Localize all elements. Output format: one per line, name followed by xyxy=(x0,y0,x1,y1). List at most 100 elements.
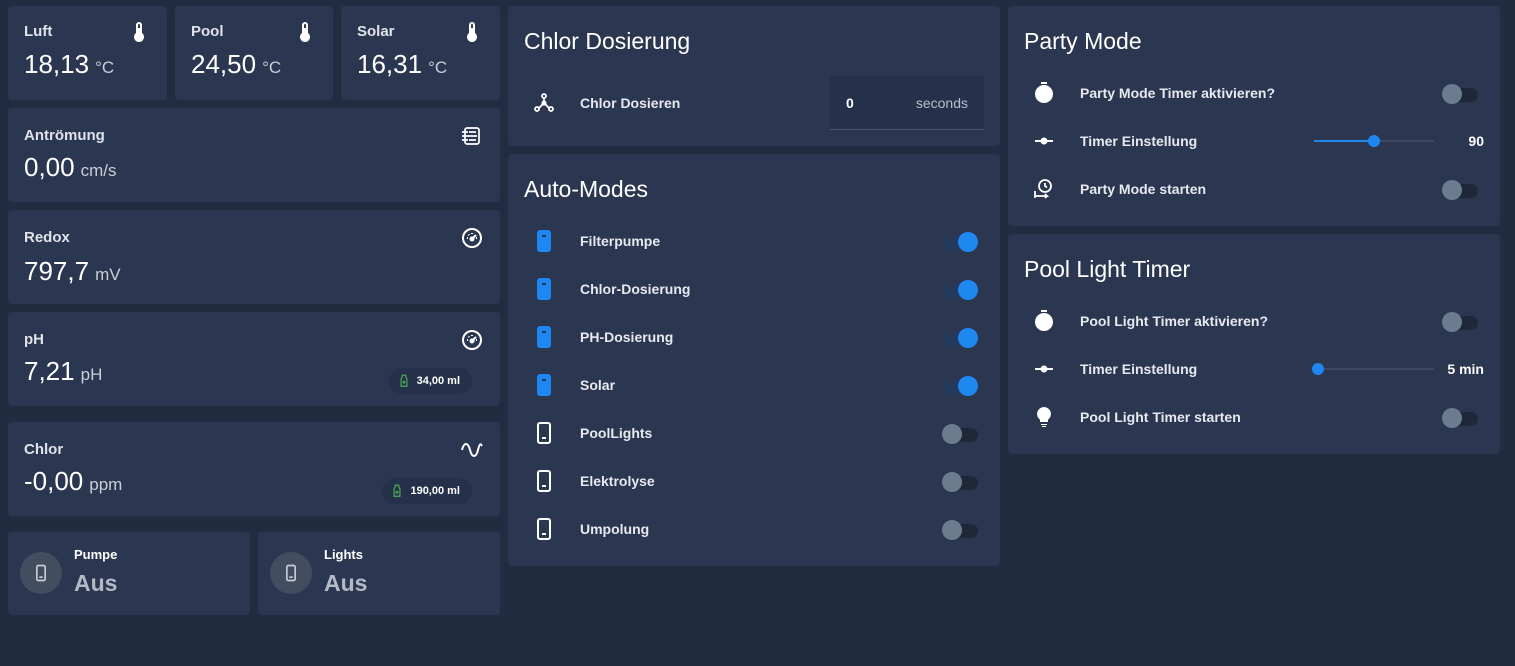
phone-icon xyxy=(524,221,564,261)
timer-icon xyxy=(1024,301,1064,341)
card-title: Pool Light Timer xyxy=(1024,256,1191,282)
lightbulb-icon xyxy=(1024,397,1064,437)
sensor-card-luft[interactable]: Luft 18,13 °C xyxy=(8,6,167,100)
row-party-timer-setting: Timer Einstellung 90 xyxy=(1024,117,1484,165)
phone-icon xyxy=(524,269,564,309)
badge-value: 34,00 ml xyxy=(416,375,460,387)
sensor-value: 797,7 mV xyxy=(24,256,121,286)
phone-icon xyxy=(524,413,564,453)
card-title: Party Mode xyxy=(1024,28,1142,54)
toggle-switch[interactable] xyxy=(942,279,978,300)
gauge-icon xyxy=(462,228,482,248)
sensor-label: Pool xyxy=(191,23,224,40)
row-name: Solar xyxy=(580,377,616,393)
row-name: Pool Light Timer aktivieren? xyxy=(1080,313,1269,329)
slider-icon xyxy=(1024,349,1064,389)
timer-icon xyxy=(1024,73,1064,113)
bottle-plus-icon xyxy=(393,484,401,497)
phone-icon xyxy=(524,317,564,357)
sensor-card-solar[interactable]: Solar 16,31 °C xyxy=(341,6,500,100)
sensor-value: 0,00 cm/s xyxy=(24,152,117,182)
row-party-start[interactable]: Party Mode starten xyxy=(1024,165,1484,213)
toggle-switch[interactable] xyxy=(1442,179,1478,200)
auto-mode-row[interactable]: Elektrolyse xyxy=(524,457,984,505)
tile-state: Aus xyxy=(324,570,368,596)
auto-mode-row[interactable]: PH-Dosierung xyxy=(524,313,984,361)
thermometer-icon xyxy=(300,22,310,42)
slider-handle[interactable] xyxy=(1311,363,1324,375)
row-name: Filterpumpe xyxy=(580,233,661,249)
row-name: Chlor Dosieren xyxy=(580,95,681,111)
sensor-card-antroemung[interactable]: Antrömung 0,00 cm/s xyxy=(8,108,500,202)
phone-icon xyxy=(524,461,564,501)
molecule-icon xyxy=(524,83,564,123)
sine-wave-icon xyxy=(461,443,483,457)
row-light-timer-start[interactable]: Pool Light Timer starten xyxy=(1024,393,1484,441)
sensor-value: 18,13 °C xyxy=(24,49,115,79)
toggle-switch[interactable] xyxy=(942,375,978,396)
card-pool-light-timer: Pool Light Timer Pool Light Timer aktivi… xyxy=(1008,234,1500,454)
auto-mode-row[interactable]: PoolLights xyxy=(524,409,984,457)
row-name: Pool Light Timer starten xyxy=(1080,409,1241,425)
row-chlor-dosieren: Chlor Dosieren 0 seconds xyxy=(524,76,984,130)
phone-icon[interactable] xyxy=(270,552,312,594)
row-name: Chlor-Dosierung xyxy=(580,281,691,297)
auto-mode-row[interactable]: Umpolung xyxy=(524,505,984,553)
sensor-label: Chlor xyxy=(24,441,64,458)
row-light-timer-activate[interactable]: Pool Light Timer aktivieren? xyxy=(1024,297,1484,345)
toggle-switch[interactable] xyxy=(1442,83,1478,104)
auto-mode-row[interactable]: Chlor-Dosierung xyxy=(524,265,984,313)
phone-icon xyxy=(524,509,564,549)
bottle-plus-icon xyxy=(400,374,408,387)
slider-handle[interactable] xyxy=(1368,135,1380,147)
sensor-label: Antrömung xyxy=(24,127,105,144)
row-name: Timer Einstellung xyxy=(1080,361,1198,377)
dosing-badge[interactable]: 34,00 ml xyxy=(388,368,472,394)
card-party-mode: Party Mode Party Mode Timer aktivieren? … xyxy=(1008,6,1500,226)
tile-state: Aus xyxy=(74,570,118,596)
row-name: PoolLights xyxy=(580,425,653,441)
dosing-badge[interactable]: 190,00 ml xyxy=(382,478,472,504)
row-name: Party Mode Timer aktivieren? xyxy=(1080,85,1276,101)
toggle-switch[interactable] xyxy=(1442,407,1478,428)
sensor-value: -0,00 ppm xyxy=(24,466,123,496)
toggle-switch[interactable] xyxy=(942,519,978,540)
toggle-switch[interactable] xyxy=(942,327,978,348)
toggle-switch[interactable] xyxy=(942,231,978,252)
gauge-icon xyxy=(462,330,482,350)
phone-icon[interactable] xyxy=(20,552,62,594)
thermometer-icon xyxy=(134,22,144,42)
sensor-card-ph[interactable]: pH 7,21 pH 34,00 ml xyxy=(8,312,500,406)
card-title: Auto-Modes xyxy=(524,176,649,202)
timer-slider[interactable] xyxy=(1311,359,1434,379)
sensor-card-chlor[interactable]: Chlor -0,00 ppm 190,00 ml xyxy=(8,422,500,516)
tile-name: Pumpe xyxy=(74,547,118,562)
auto-mode-row[interactable]: Filterpumpe xyxy=(524,217,984,265)
row-party-timer-activate[interactable]: Party Mode Timer aktivieren? xyxy=(1024,69,1484,117)
clock-start-icon xyxy=(1024,169,1064,209)
auto-mode-row[interactable]: Solar xyxy=(524,361,984,409)
sensor-card-redox[interactable]: Redox 797,7 mV xyxy=(8,210,500,304)
toggle-switch[interactable] xyxy=(942,471,978,492)
card-chlor-dosierung: Chlor Dosierung Chlor Dosieren 0 seconds xyxy=(508,6,1000,146)
seconds-input[interactable]: 0 seconds xyxy=(830,76,984,130)
flow-icon xyxy=(462,127,480,145)
sensor-label: Solar xyxy=(357,23,395,40)
timer-slider[interactable] xyxy=(1314,131,1434,151)
sensor-value: 24,50 °C xyxy=(191,49,282,79)
seconds-value[interactable]: 0 xyxy=(846,95,854,111)
row-name: Elektrolyse xyxy=(580,473,655,489)
toggle-switch[interactable] xyxy=(942,423,978,444)
row-name: Umpolung xyxy=(580,521,650,537)
sensor-value: 16,31 °C xyxy=(357,49,448,79)
toggle-switch[interactable] xyxy=(1442,311,1478,332)
row-name: Timer Einstellung xyxy=(1080,133,1198,149)
tile-pumpe[interactable]: Pumpe Aus xyxy=(8,532,250,615)
tile-lights[interactable]: Lights Aus xyxy=(258,532,500,615)
row-light-timer-setting: Timer Einstellung 5 min xyxy=(1024,345,1484,393)
phone-icon xyxy=(524,365,564,405)
tile-name: Lights xyxy=(324,547,363,562)
row-name: PH-Dosierung xyxy=(580,329,674,345)
card-auto-modes: Auto-Modes Filterpumpe Chlor-Dosierung PH-… xyxy=(508,154,1000,566)
sensor-card-pool[interactable]: Pool 24,50 °C xyxy=(175,6,333,100)
